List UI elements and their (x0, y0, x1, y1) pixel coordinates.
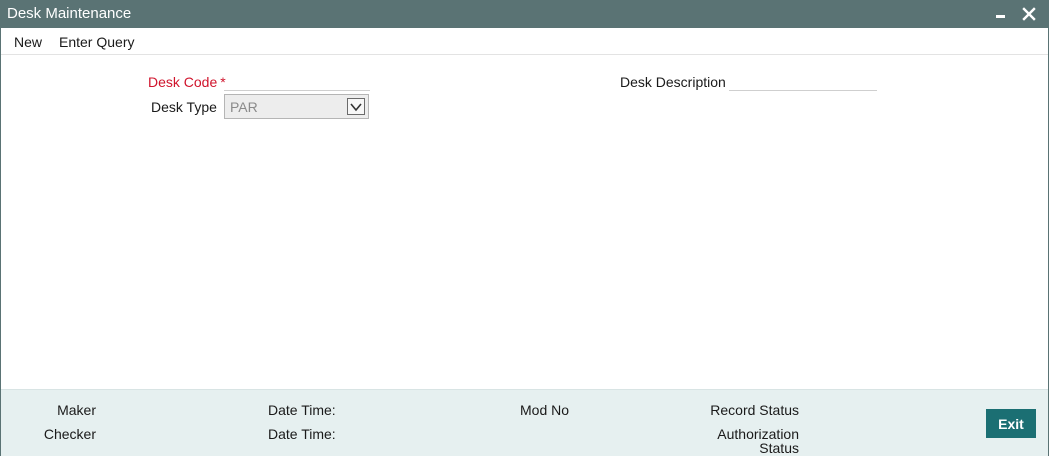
menu-enter-query[interactable]: Enter Query (59, 34, 134, 50)
window-title: Desk Maintenance (7, 5, 132, 22)
checker-label: Checker (43, 426, 96, 442)
desk-type-select[interactable]: PAR (224, 94, 369, 119)
desk-type-label: Desk Type (151, 99, 217, 115)
menu-bar: New Enter Query (1, 28, 1048, 55)
exit-button[interactable]: Exit (986, 409, 1036, 438)
chevron-down-icon (350, 103, 362, 112)
desk-description-input[interactable] (729, 70, 877, 91)
desk-description-label: Desk Description (620, 74, 726, 90)
desk-code-input[interactable] (224, 70, 370, 91)
record-status-label: Record Status (710, 402, 799, 418)
maker-date-time-label: Date Time: (268, 402, 336, 418)
title-bar: Desk Maintenance (1, 0, 1048, 28)
desk-code-label-text: Desk Code (148, 74, 218, 90)
desk-code-label: Desk Code * (148, 74, 226, 90)
dropdown-button[interactable] (347, 98, 365, 115)
checker-date-time-label: Date Time: (268, 426, 336, 442)
audit-footer: Maker Checker Date Time: Date Time: Mod … (1, 389, 1048, 456)
desk-maintenance-window: Desk Maintenance New Enter Query Desk Co… (0, 0, 1049, 456)
minimize-icon (996, 15, 1005, 18)
minimize-button[interactable] (988, 0, 1014, 28)
close-icon (1022, 7, 1036, 21)
authorization-status-label-line2: Status (759, 440, 799, 456)
menu-new[interactable]: New (14, 34, 42, 50)
mod-no-label: Mod No (520, 402, 570, 418)
maker-label: Maker (57, 402, 96, 418)
desk-type-selected-value: PAR (230, 99, 258, 115)
close-button[interactable] (1016, 0, 1042, 28)
